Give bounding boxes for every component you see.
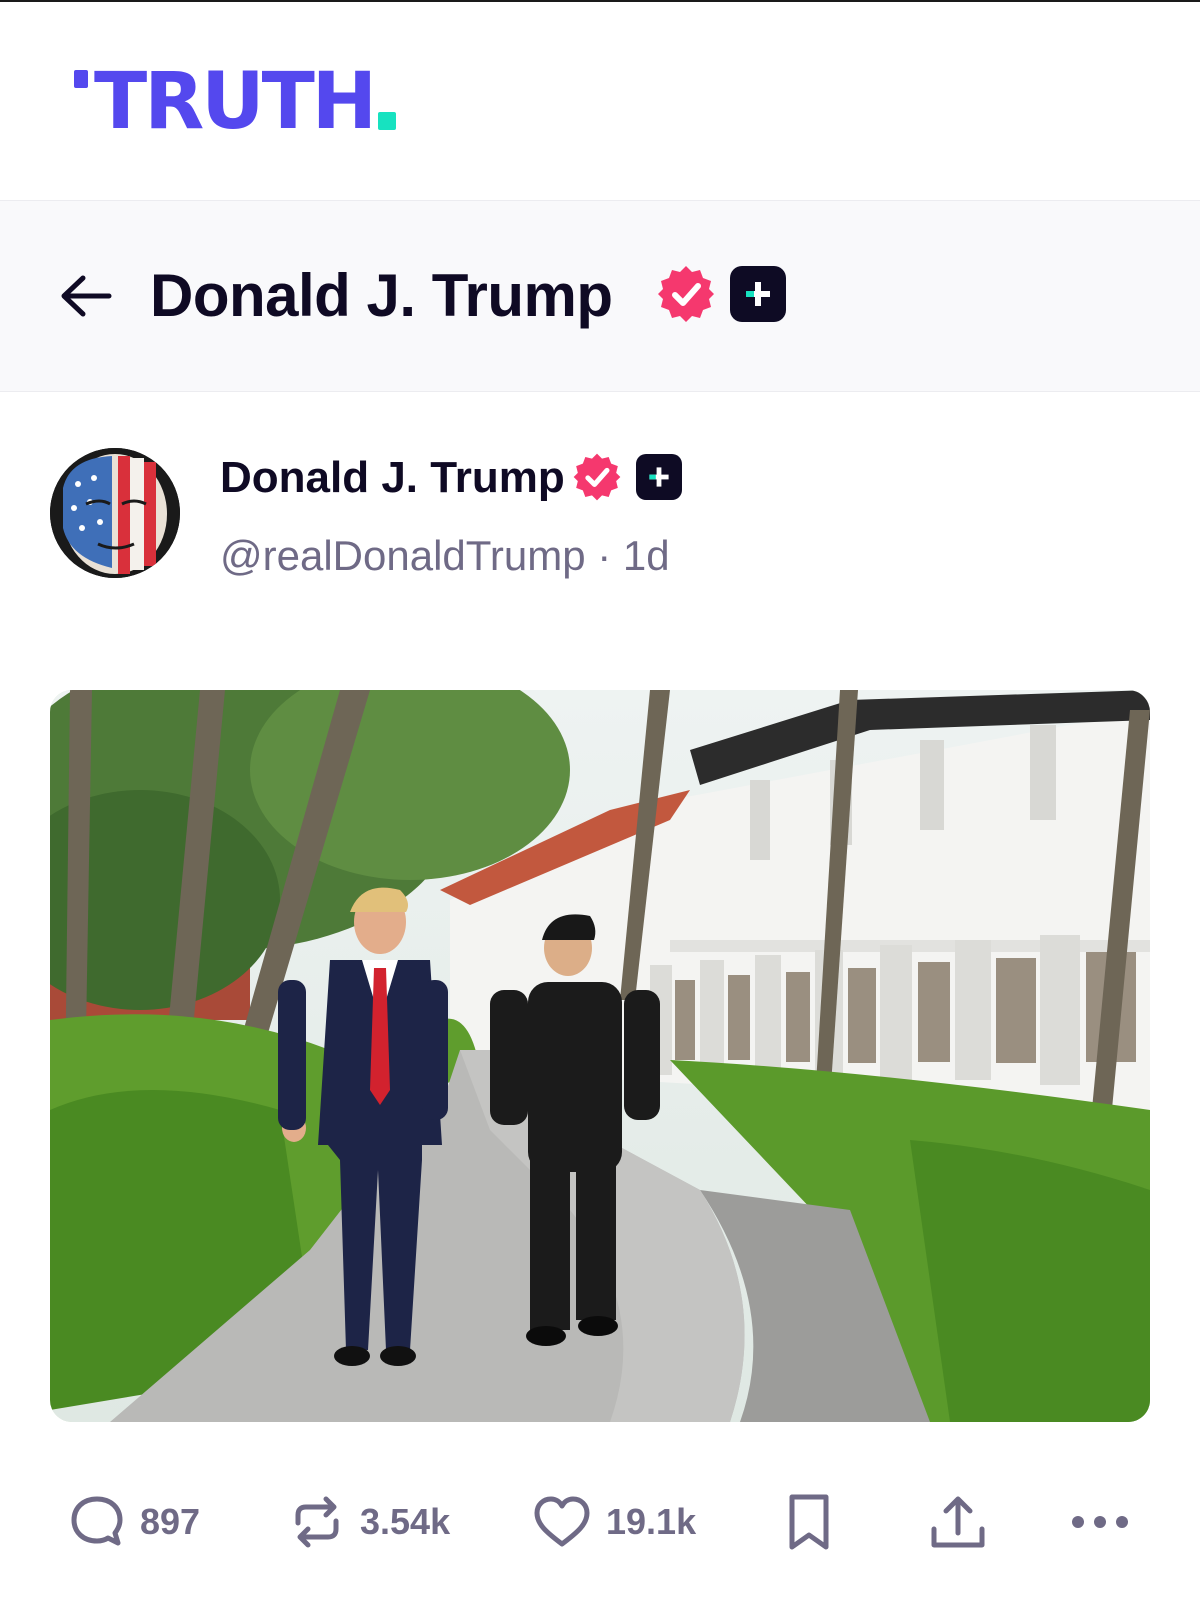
reply-bubble-icon (71, 1496, 123, 1546)
bookmark-button[interactable] (786, 1482, 832, 1562)
like-count: 19.1k (606, 1501, 697, 1542)
repost-button[interactable]: 3.54k (288, 1482, 450, 1562)
logo-tick (74, 70, 88, 88)
post-image[interactable] (50, 690, 1150, 1422)
avatar[interactable] (50, 448, 180, 578)
page-title: Donald J. Trump (150, 262, 613, 329)
heart-icon (534, 1496, 590, 1547)
author-name[interactable]: Donald J. Trump (220, 450, 565, 506)
reply-count: 897 (140, 1501, 201, 1542)
share-button[interactable] (928, 1482, 988, 1562)
back-button[interactable] (58, 268, 114, 324)
more-dots-icon (1072, 1516, 1128, 1528)
header-badges (656, 264, 786, 324)
repost-count: 3.54k (360, 1501, 451, 1542)
truth-plus-icon (636, 454, 682, 500)
verified-badge-icon (658, 266, 714, 322)
post-meta: @realDonaldTrump · 1d (220, 528, 670, 584)
post-action-bar: 897 3.54k 19.1k (0, 1482, 1200, 1562)
author-badges (572, 452, 682, 502)
like-button[interactable]: 19.1k (532, 1482, 696, 1562)
verified-badge-icon (573, 453, 621, 501)
author-handle[interactable]: @realDonaldTrump (220, 532, 586, 579)
truth-plus-icon (730, 266, 786, 322)
truth-logo[interactable]: TRUTH (74, 57, 397, 147)
logo-text: TRUTH (94, 57, 377, 147)
bookmark-icon (789, 1494, 829, 1550)
reply-button[interactable]: 897 (68, 1482, 200, 1562)
share-upload-icon (931, 1496, 985, 1548)
arrow-left-icon (61, 275, 112, 317)
post-time[interactable]: 1d (623, 532, 670, 579)
meta-separator: · (597, 532, 612, 579)
more-button[interactable] (1070, 1482, 1130, 1562)
logo-dot (378, 112, 397, 130)
top-border (0, 0, 1200, 2)
repost-icon (295, 1496, 339, 1548)
